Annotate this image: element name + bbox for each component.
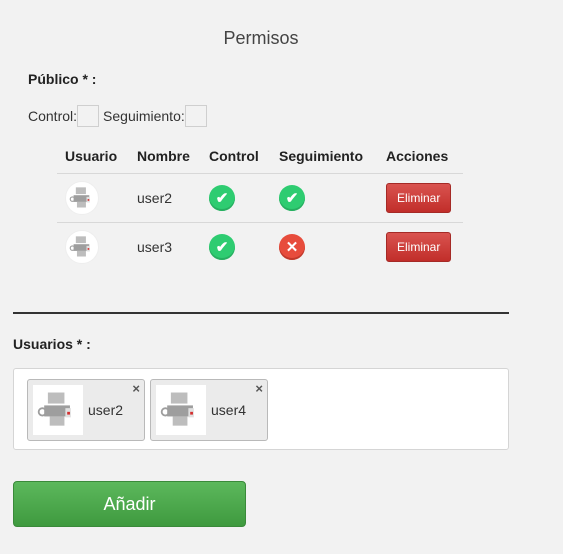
user-name: user2: [129, 173, 201, 223]
header-acciones: Acciones: [378, 140, 463, 174]
remove-chip-close-icon[interactable]: ×: [132, 381, 140, 396]
user-name: user3: [137, 238, 173, 255]
publico-label: Público * :: [28, 71, 97, 87]
chip-user-name: user4: [211, 402, 247, 418]
user-avatar-icon: [156, 385, 206, 435]
control-checkbox-label: Control:: [28, 107, 78, 124]
header-seguimiento: Seguimiento: [271, 140, 378, 174]
header-usuario: Usuario: [57, 140, 129, 174]
remove-chip-close-icon[interactable]: ×: [255, 381, 263, 396]
user-avatar-icon: [65, 180, 99, 215]
table-row: user3 ✔ ✕ Eliminar: [57, 222, 463, 271]
seguimiento-checkbox[interactable]: [184, 104, 207, 127]
control-check-icon[interactable]: ✔: [209, 184, 235, 211]
page-title: Permisos: [223, 28, 299, 48]
section-divider: [13, 312, 509, 314]
user-avatar-icon: [65, 229, 99, 264]
delete-button[interactable]: Eliminar: [386, 182, 452, 213]
delete-button[interactable]: Eliminar: [386, 231, 452, 262]
table-row: user2 ✔ ✔ Eliminar: [57, 173, 463, 223]
user-avatar-icon: [33, 385, 83, 435]
table-header-row: Usuario Nombre Control Seguimiento Accio…: [57, 140, 463, 174]
permissions-table: Usuario Nombre Control Seguimiento Accio…: [57, 140, 463, 271]
usuarios-label: Usuarios * :: [13, 336, 91, 352]
seguimiento-cross-icon[interactable]: ✕: [279, 233, 305, 260]
add-button[interactable]: Añadir: [13, 481, 246, 527]
header-control: Control: [201, 140, 271, 174]
seguimiento-checkbox-label: Seguimiento:: [103, 107, 185, 124]
user-select-box[interactable]: user2 × user4 ×: [13, 368, 509, 450]
control-checkbox[interactable]: [77, 104, 100, 127]
control-check-icon[interactable]: ✔: [209, 233, 235, 260]
selected-user-chip[interactable]: user4 ×: [150, 379, 268, 441]
header-nombre: Nombre: [129, 140, 201, 174]
publico-checkboxes: Control: Seguimiento:: [28, 104, 207, 127]
seguimiento-check-icon[interactable]: ✔: [279, 184, 305, 211]
chip-user-name: user2: [88, 402, 124, 418]
selected-user-chip[interactable]: user2 ×: [27, 379, 145, 441]
